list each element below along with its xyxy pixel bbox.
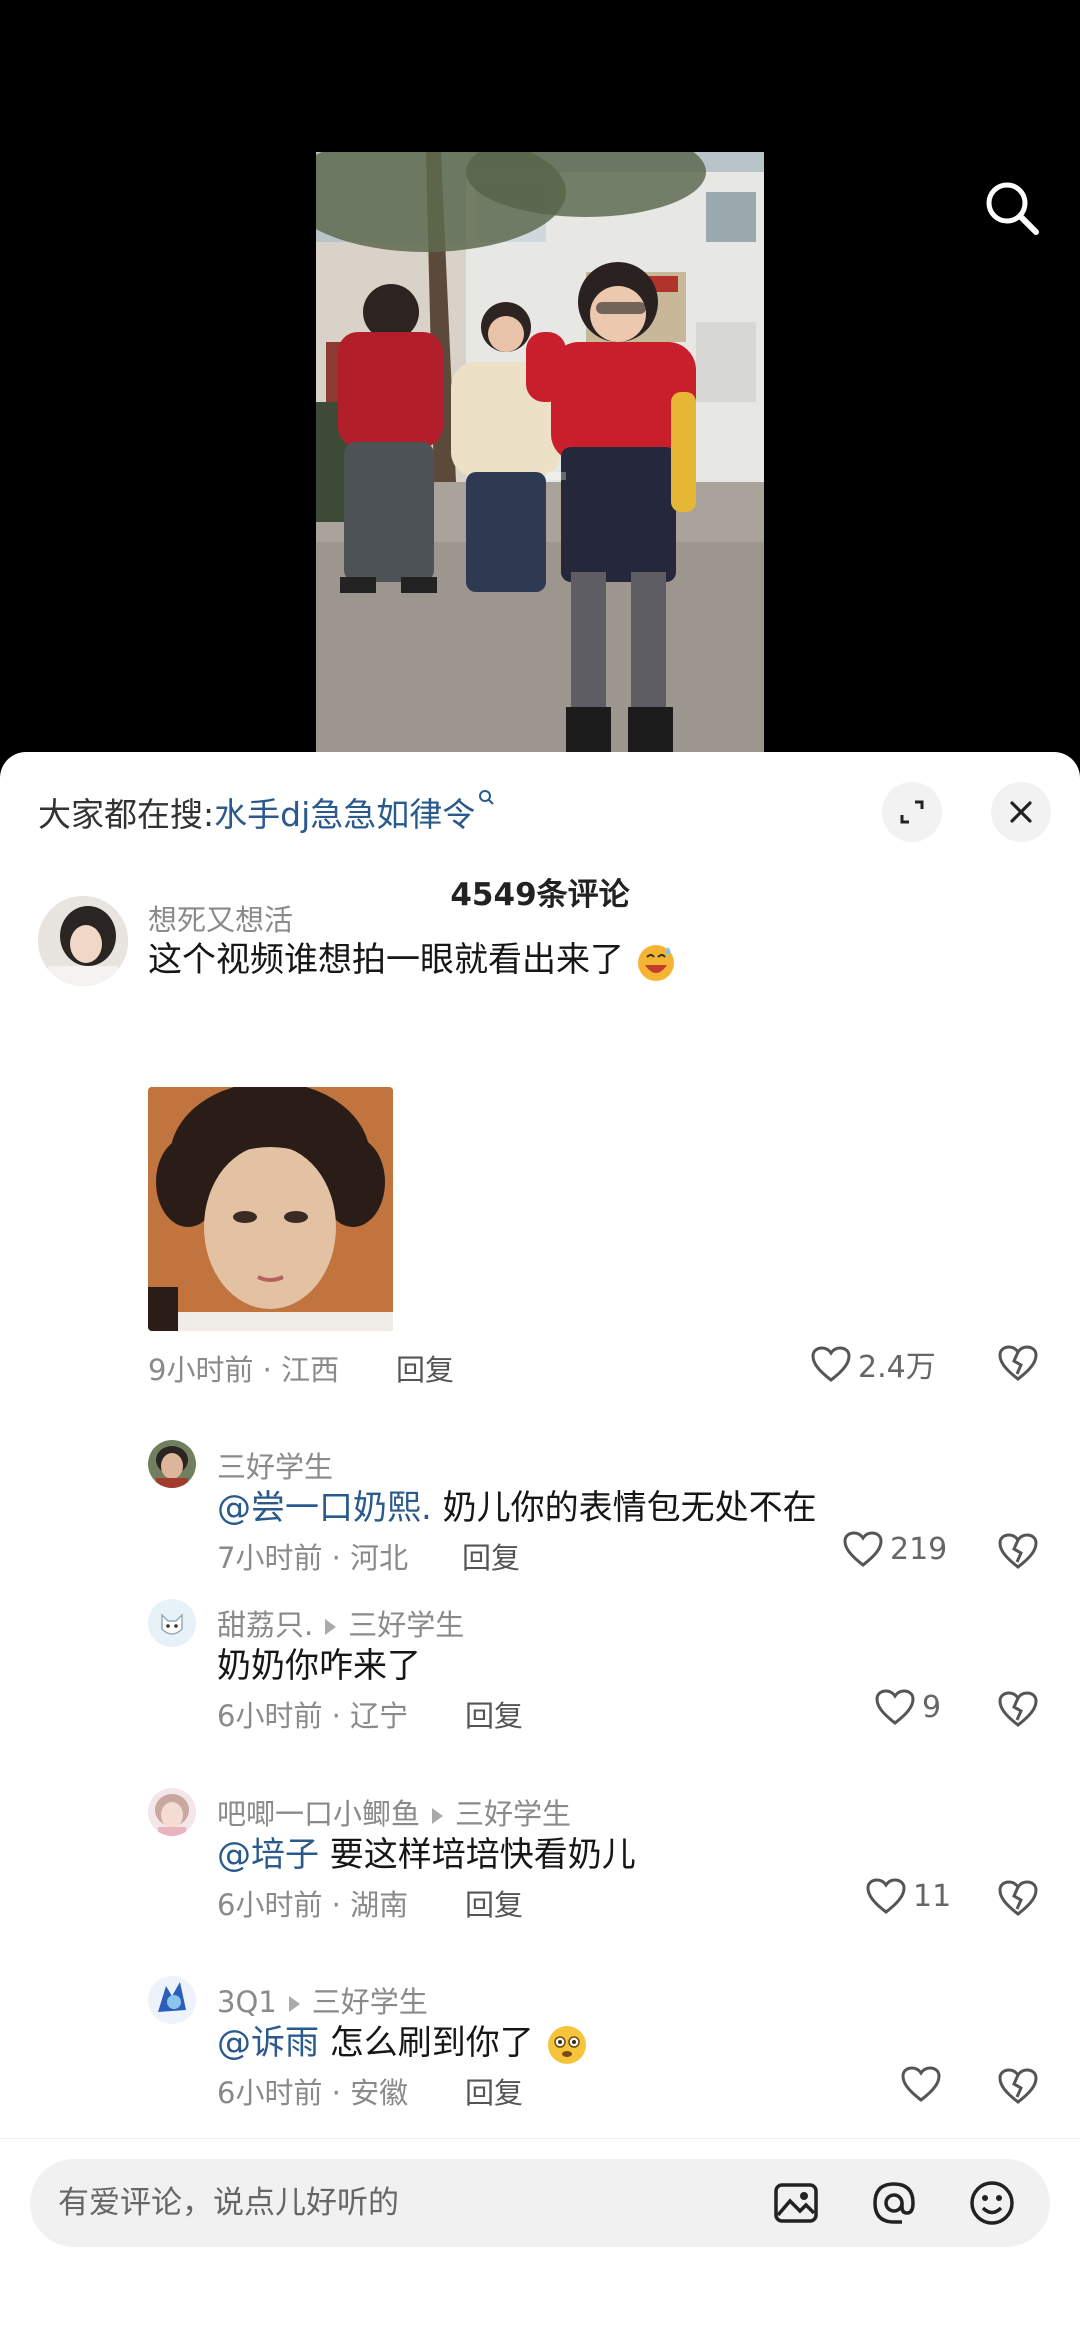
avatar-image bbox=[148, 1788, 196, 1836]
expand-button[interactable] bbox=[882, 782, 942, 842]
reply-target: 三好学生 bbox=[455, 1797, 572, 1831]
meme-image bbox=[148, 1087, 393, 1331]
heart-icon bbox=[843, 1531, 883, 1567]
like-count: 11 bbox=[913, 1878, 952, 1914]
reply-target: 三好学生 bbox=[348, 1608, 465, 1642]
avatar-image bbox=[148, 1440, 196, 1488]
broken-heart-icon bbox=[998, 1533, 1038, 1569]
search-button[interactable] bbox=[980, 176, 1046, 242]
comment-input[interactable] bbox=[58, 2159, 758, 2247]
comment-image[interactable] bbox=[148, 1087, 393, 1331]
comment-body: 奶儿你的表情包无处不在 bbox=[431, 1488, 817, 1528]
comment-body: 怎么刷到你了 bbox=[319, 2023, 534, 2063]
image-icon bbox=[774, 2183, 818, 2223]
comment-body: 奶奶你咋来了 bbox=[217, 1646, 421, 1686]
flushed-emoji bbox=[547, 2025, 586, 2064]
image-button[interactable] bbox=[770, 2177, 822, 2229]
like-button[interactable]: 11 bbox=[865, 1877, 951, 1915]
dislike-button[interactable] bbox=[997, 1532, 1039, 1574]
reply-button[interactable]: 回复 bbox=[465, 1693, 523, 1735]
dislike-button[interactable] bbox=[997, 1690, 1039, 1732]
comment-input-bar bbox=[0, 2138, 1080, 2347]
smile-icon bbox=[970, 2181, 1014, 2225]
reply-button[interactable]: 回复 bbox=[396, 1347, 454, 1389]
reply-button[interactable]: 回复 bbox=[465, 1882, 523, 1924]
avatar[interactable] bbox=[148, 1976, 196, 2024]
search-small-icon bbox=[479, 790, 494, 805]
reply-author: 吧唧一口小鲫鱼 bbox=[217, 1797, 421, 1831]
hot-search-term[interactable]: 水手dj急急如律令 bbox=[214, 795, 475, 834]
avatar-image bbox=[148, 1599, 196, 1647]
like-count: 2.4万 bbox=[858, 1350, 936, 1385]
search-icon bbox=[986, 182, 1039, 235]
dislike-button[interactable] bbox=[997, 1879, 1039, 1921]
comment-meta: 6小时前 · 湖南 bbox=[217, 1888, 409, 1922]
broken-heart-icon bbox=[998, 1691, 1038, 1727]
mention-link[interactable]: @诉雨 bbox=[217, 2023, 319, 2063]
heart-icon bbox=[901, 2066, 941, 2102]
video-player[interactable] bbox=[0, 0, 1080, 752]
dislike-button[interactable] bbox=[997, 1344, 1039, 1386]
like-button[interactable]: 2.4万 bbox=[810, 1342, 936, 1386]
expand-icon bbox=[900, 800, 924, 824]
like-count: 219 bbox=[890, 1531, 948, 1567]
reply-author: 甜荔只. bbox=[217, 1608, 314, 1642]
hot-search-prefix: 大家都在搜: bbox=[38, 795, 215, 834]
broken-heart-icon bbox=[998, 1880, 1038, 1916]
close-icon bbox=[1010, 801, 1032, 823]
comment-text: @培子 要这样培培快看奶儿 bbox=[217, 1827, 636, 1876]
heart-icon bbox=[811, 1346, 851, 1382]
comment-sheet: 大家都在搜:水手dj急急如律令 4549条评论 想死又想活 这个视频谁想拍一眼就… bbox=[0, 752, 1080, 2347]
comment-meta: 6小时前 · 安徽 bbox=[217, 2076, 409, 2110]
comment-text: @尝一口奶熙. 奶儿你的表情包无处不在 bbox=[217, 1480, 817, 1529]
comment-body: 这个视频谁想拍一眼就看出来了 bbox=[148, 940, 624, 980]
comment-meta: 6小时前 · 辽宁 bbox=[217, 1699, 409, 1733]
comment-meta: 9小时前 · 江西 bbox=[148, 1353, 340, 1387]
avatar[interactable] bbox=[38, 896, 128, 986]
reply-button[interactable]: 回复 bbox=[462, 1535, 520, 1577]
mention-button[interactable] bbox=[868, 2177, 920, 2229]
reply-author: 3Q1 bbox=[217, 1985, 277, 2019]
avatar-image bbox=[38, 896, 128, 986]
broken-heart-icon bbox=[998, 2068, 1038, 2104]
comment-text: 这个视频谁想拍一眼就看出来了 bbox=[148, 932, 677, 983]
like-button[interactable] bbox=[900, 2065, 948, 2103]
like-button[interactable]: 219 bbox=[842, 1530, 947, 1568]
avatar[interactable] bbox=[148, 1599, 196, 1647]
reply-button[interactable]: 回复 bbox=[465, 2070, 523, 2112]
video-scene bbox=[316, 152, 764, 752]
like-button[interactable]: 9 bbox=[874, 1688, 941, 1726]
comment-meta: 7小时前 · 河北 bbox=[217, 1541, 409, 1575]
emoji-button[interactable] bbox=[966, 2177, 1018, 2229]
reply-arrow-icon bbox=[288, 1996, 300, 2012]
comment-input-container[interactable] bbox=[30, 2159, 1050, 2247]
close-button[interactable] bbox=[991, 782, 1051, 842]
broken-heart-icon bbox=[998, 1345, 1038, 1381]
like-count: 9 bbox=[922, 1689, 942, 1725]
comment-body: 要这样培培快看奶儿 bbox=[319, 1835, 636, 1875]
comment-text: 奶奶你咋来了 bbox=[217, 1638, 421, 1687]
avatar[interactable] bbox=[148, 1788, 196, 1836]
avatar[interactable] bbox=[148, 1440, 196, 1488]
heart-icon bbox=[875, 1689, 915, 1725]
mention-link[interactable]: @尝一口奶熙. bbox=[217, 1488, 432, 1528]
dislike-button[interactable] bbox=[997, 2067, 1039, 2109]
hot-search-link[interactable]: 大家都在搜:水手dj急急如律令 bbox=[38, 788, 495, 836]
avatar-image bbox=[148, 1976, 196, 2024]
reply-arrow-icon bbox=[325, 1619, 337, 1635]
reply-arrow-icon bbox=[432, 1808, 444, 1824]
reply-target: 三好学生 bbox=[311, 1985, 428, 2019]
mention-link[interactable]: @培子 bbox=[217, 1835, 319, 1875]
grinning-sweat-emoji bbox=[637, 944, 674, 981]
at-icon bbox=[873, 2182, 915, 2224]
video-frame[interactable] bbox=[316, 152, 764, 752]
heart-icon bbox=[866, 1878, 906, 1914]
comment-text: @诉雨 怎么刷到你了 bbox=[217, 2015, 589, 2067]
